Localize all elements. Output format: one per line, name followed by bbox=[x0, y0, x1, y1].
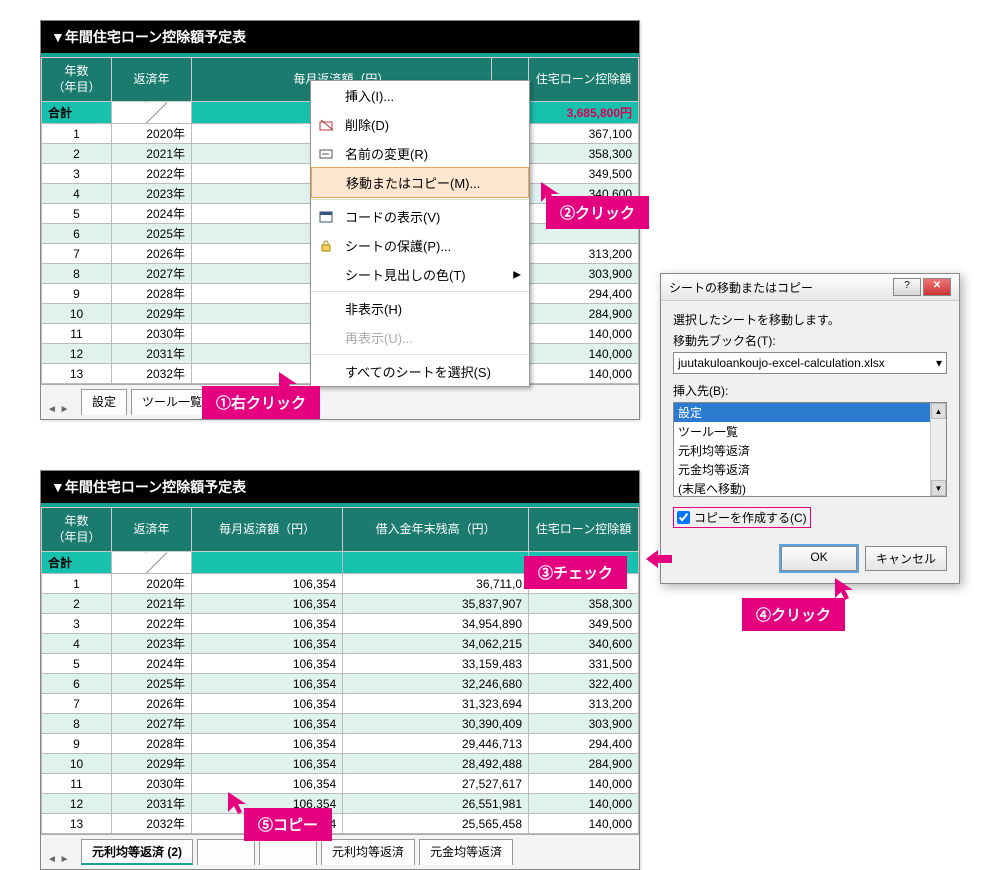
dropdown-icon: ▾ bbox=[936, 356, 942, 370]
annotation-3: ③チェック bbox=[524, 556, 627, 589]
dialog-title-text: シートの移動またはコピー bbox=[669, 279, 813, 296]
sheet-tab[interactable]: 元利均等返済 (2) bbox=[81, 839, 193, 865]
col-years-2: 年数 （年目） bbox=[42, 508, 112, 552]
annotation-1: ①右クリック bbox=[202, 386, 320, 419]
scroll-down-icon[interactable]: ▼ bbox=[931, 480, 946, 496]
menu-protect[interactable]: シートの保護(P)... bbox=[311, 231, 529, 260]
scroll-up-icon[interactable]: ▲ bbox=[931, 403, 946, 419]
sum-label: 合計 bbox=[42, 102, 112, 124]
menu-move-copy[interactable]: 移動またはコピー(M)... bbox=[311, 167, 529, 198]
table-row[interactable]: 82027年106,35430,390,409303,900 bbox=[42, 714, 639, 734]
annotation-4: ④クリック bbox=[742, 598, 845, 631]
menu-view-code[interactable]: コードの表示(V) bbox=[311, 202, 529, 231]
table-row[interactable]: 52024年106,35433,159,483331,500 bbox=[42, 654, 639, 674]
menu-hide[interactable]: 非表示(H) bbox=[311, 294, 529, 323]
table-row[interactable]: 32022年106,35434,954,890349,500 bbox=[42, 614, 639, 634]
dialog-title-bar: シートの移動またはコピー ? ✕ bbox=[661, 274, 959, 301]
annotation-5: ⑤コピー bbox=[244, 808, 332, 841]
sheet-tab[interactable] bbox=[259, 839, 317, 865]
col-repay-year-2: 返済年 bbox=[112, 508, 192, 552]
col-deduction-2: 住宅ローン控除額 bbox=[529, 508, 639, 552]
tab-nav-2[interactable]: ◄ ► bbox=[47, 854, 70, 865]
col-years: 年数 （年目） bbox=[42, 58, 112, 102]
sheet-tab[interactable]: 元金均等返済 bbox=[419, 839, 513, 865]
sheet-tabs-bottom: ◄ ► 元利均等返済 (2) 元利均等返済元金均等返済 bbox=[41, 834, 639, 869]
col-deduction: 住宅ローン控除額 bbox=[529, 58, 639, 102]
col-repay-year: 返済年 bbox=[112, 58, 192, 102]
sheet-tab[interactable]: 設定 bbox=[81, 389, 127, 415]
sum-total: 3,685,800円 bbox=[529, 102, 639, 124]
table-row[interactable]: 102029年106,35428,492,488284,900 bbox=[42, 754, 639, 774]
list-item[interactable]: 元金均等返済 bbox=[674, 460, 946, 479]
sheet-context-menu: 挿入(I)... 削除(D) 名前の変更(R) 移動またはコピー(M)... コ… bbox=[310, 80, 530, 387]
table-row[interactable]: 92028年106,35429,446,713294,400 bbox=[42, 734, 639, 754]
table-title-2: ▼年間住宅ローン控除額予定表 bbox=[41, 471, 639, 507]
table-row[interactable]: 132032年106,35425,565,458140,000 bbox=[42, 814, 639, 834]
sheet-tab[interactable]: 元利均等返済 bbox=[321, 839, 415, 865]
insert-label: 挿入先(B): bbox=[673, 382, 947, 399]
list-item[interactable]: 設定 bbox=[674, 403, 946, 422]
protect-icon bbox=[319, 239, 335, 253]
code-icon bbox=[319, 210, 335, 224]
table-row[interactable]: 112030年106,35427,527,617140,000 bbox=[42, 774, 639, 794]
menu-rename[interactable]: 名前の変更(R) bbox=[311, 139, 529, 168]
col-monthly-2: 毎月返済額（円） bbox=[192, 508, 343, 552]
menu-tab-color[interactable]: シート見出しの色(T) ▶ bbox=[311, 260, 529, 289]
sum-label-2: 合計 bbox=[42, 552, 112, 574]
sheet-tab[interactable] bbox=[197, 839, 255, 865]
insert-listbox[interactable]: 設定ツール一覧元利均等返済元金均等返済(末尾へ移動) ▲ ▼ bbox=[673, 402, 947, 497]
workbook-select[interactable]: juutakuloankoujo-excel-calculation.xlsx … bbox=[673, 352, 947, 374]
bottom-excel-panel: ▼年間住宅ローン控除額予定表 年数 （年目） 返済年 毎月返済額（円） 借入金年… bbox=[40, 470, 640, 870]
rename-icon bbox=[319, 147, 335, 161]
table-row[interactable]: 22021年106,35435,837,907358,300 bbox=[42, 594, 639, 614]
ok-button[interactable]: OK bbox=[781, 546, 857, 571]
listbox-scrollbar[interactable]: ▲ ▼ bbox=[930, 403, 946, 496]
dialog-message: 選択したシートを移動します。 bbox=[673, 311, 947, 328]
col-balance-2: 借入金年末残高（円） bbox=[343, 508, 529, 552]
list-item[interactable]: 元利均等返済 bbox=[674, 441, 946, 460]
tab-nav[interactable]: ◄ ► bbox=[47, 404, 70, 415]
copy-checkbox-input[interactable] bbox=[677, 511, 690, 524]
copy-checkbox[interactable]: コピーを作成する(C) bbox=[673, 507, 811, 528]
table-row[interactable]: 72026年106,35431,323,694313,200 bbox=[42, 694, 639, 714]
workbook-label: 移動先ブック名(T): bbox=[673, 332, 947, 349]
menu-unhide: 再表示(U)... bbox=[311, 323, 529, 352]
list-item[interactable]: ツール一覧 bbox=[674, 422, 946, 441]
move-copy-dialog: シートの移動またはコピー ? ✕ 選択したシートを移動します。 移動先ブック名(… bbox=[660, 273, 960, 584]
list-item[interactable]: (末尾へ移動) bbox=[674, 479, 946, 497]
table-row[interactable]: 122031年106,35426,551,981140,000 bbox=[42, 794, 639, 814]
table-row[interactable]: 42023年106,35434,062,215340,600 bbox=[42, 634, 639, 654]
dialog-help-button[interactable]: ? bbox=[893, 278, 921, 296]
menu-select-all[interactable]: すべてのシートを選択(S) bbox=[311, 357, 529, 386]
sheet-tabs-top: ◄ ► 設定ツール一覧元利均等 bbox=[41, 384, 639, 419]
cancel-button[interactable]: キャンセル bbox=[865, 546, 947, 571]
menu-delete[interactable]: 削除(D) bbox=[311, 110, 529, 139]
delete-icon bbox=[319, 118, 335, 132]
sheet-tab[interactable]: ツール一覧 bbox=[131, 389, 213, 415]
table-title: ▼年間住宅ローン控除額予定表 bbox=[41, 21, 639, 57]
table-row[interactable]: 62025年106,35432,246,680322,400 bbox=[42, 674, 639, 694]
submenu-arrow-icon: ▶ bbox=[513, 269, 521, 280]
dialog-close-button[interactable]: ✕ bbox=[923, 278, 951, 296]
menu-insert[interactable]: 挿入(I)... bbox=[311, 81, 529, 110]
